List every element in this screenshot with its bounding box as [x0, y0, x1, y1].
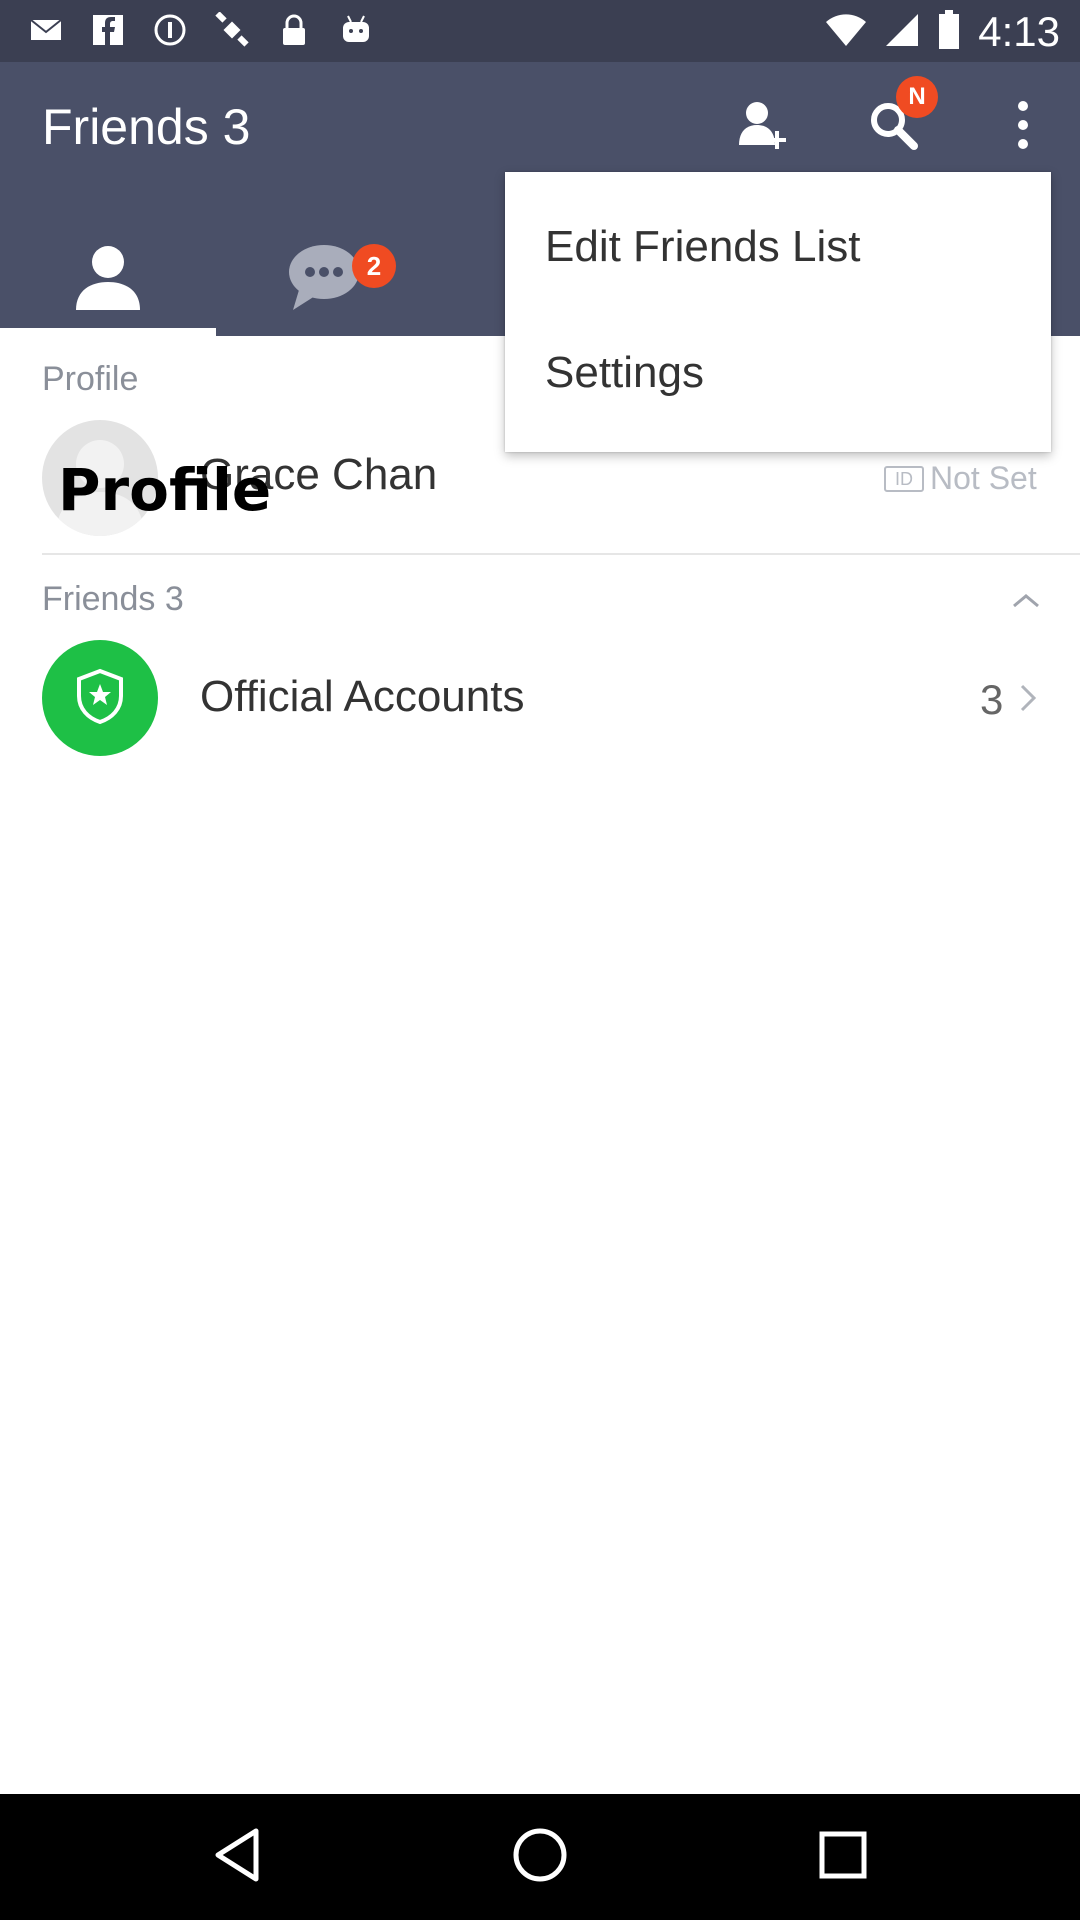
more-icon	[1013, 100, 1033, 155]
wifi-icon	[826, 12, 867, 53]
official-accounts-count: 3	[980, 676, 1004, 723]
chevron-up-icon	[1006, 594, 1046, 620]
more-options-button[interactable]	[988, 92, 1058, 162]
profile-overlay-label: Profile	[58, 456, 272, 524]
facebook-icon	[90, 12, 126, 48]
active-tab-indicator	[0, 328, 216, 336]
back-icon	[212, 1827, 262, 1888]
official-accounts-label: Official Accounts	[200, 672, 525, 721]
chats-unread-badge: 2	[352, 244, 396, 288]
menu-item-edit-friends-list[interactable]: Edit Friends List	[545, 222, 860, 272]
tab-chats[interactable]: 2	[216, 222, 432, 336]
status-left-icons	[28, 11, 374, 48]
shield-star-icon	[74, 668, 126, 729]
add-friend-button[interactable]	[728, 92, 798, 162]
lock-icon	[276, 12, 312, 48]
official-accounts-row[interactable]: Official Accounts 3	[0, 640, 1080, 758]
collapse-button[interactable]	[1006, 586, 1046, 616]
id-badge: ID	[884, 466, 924, 492]
search-button[interactable]: N	[858, 76, 938, 162]
back-button[interactable]	[202, 1822, 272, 1892]
recents-button[interactable]	[808, 1822, 878, 1892]
system-navigation-bar	[0, 1794, 1080, 1920]
android-icon	[338, 12, 374, 48]
signal-icon	[884, 12, 920, 53]
satellite-icon	[214, 11, 250, 48]
home-button[interactable]	[505, 1822, 575, 1892]
id-value: Not Set	[930, 460, 1037, 496]
menu-item-settings[interactable]: Settings	[545, 348, 704, 398]
add-friend-icon	[735, 97, 791, 158]
search-new-badge: N	[896, 76, 938, 118]
status-time: 4:13	[978, 8, 1060, 55]
section-divider	[42, 553, 1080, 555]
tab-friends[interactable]	[0, 222, 216, 336]
chat-bubble-icon	[287, 242, 361, 317]
profile-section-label: Profile	[42, 360, 139, 398]
home-icon	[512, 1827, 568, 1888]
page-title: Friends 3	[42, 99, 251, 155]
overflow-menu: Edit Friends List Settings	[505, 172, 1051, 452]
friends-section-label: Friends 3	[42, 580, 184, 618]
person-icon	[73, 242, 143, 317]
official-accounts-avatar	[42, 640, 158, 756]
chevron-right-icon	[1018, 682, 1038, 719]
mail-icon	[28, 12, 64, 48]
status-right: 4:13	[826, 8, 1060, 56]
recents-icon	[818, 1830, 868, 1885]
status-bar: 4:13	[0, 0, 1080, 62]
battery-icon	[938, 9, 960, 55]
info-icon	[152, 12, 188, 48]
